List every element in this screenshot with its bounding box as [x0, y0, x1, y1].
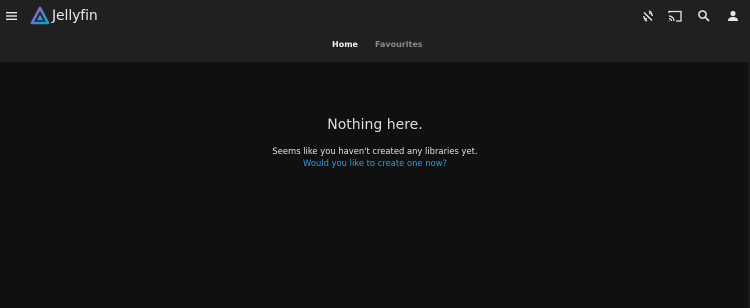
- main-content: Nothing here. Seems like you haven't cre…: [0, 62, 750, 308]
- jellyfin-logo-icon: [30, 6, 50, 25]
- empty-state-description: Seems like you haven't created any libra…: [272, 146, 478, 156]
- hamburger-menu-button[interactable]: [5, 8, 19, 22]
- cast-button[interactable]: [667, 8, 683, 24]
- tab-favourites[interactable]: Favourites: [375, 40, 423, 49]
- sync-disabled-button[interactable]: [640, 8, 656, 24]
- search-icon: [698, 10, 710, 22]
- sync-disabled-icon: [643, 10, 653, 22]
- hamburger-menu-icon: [6, 12, 17, 20]
- empty-state-title: Nothing here.: [327, 117, 423, 133]
- create-library-link[interactable]: Would you like to create one now?: [303, 158, 447, 168]
- app-header: Jellyfin Home Favourites: [0, 0, 750, 62]
- cast-icon: [668, 10, 682, 22]
- tab-home[interactable]: Home: [332, 40, 358, 49]
- user-button[interactable]: [725, 8, 741, 24]
- user-icon: [728, 10, 738, 21]
- top-bar: Jellyfin: [0, 0, 750, 32]
- header-tabs: Home Favourites: [0, 36, 750, 58]
- app-logo[interactable]: Jellyfin: [30, 5, 98, 27]
- app-title: Jellyfin: [52, 8, 98, 24]
- empty-state-link-wrap: Would you like to create one now?: [0, 158, 750, 168]
- search-button[interactable]: [696, 8, 712, 24]
